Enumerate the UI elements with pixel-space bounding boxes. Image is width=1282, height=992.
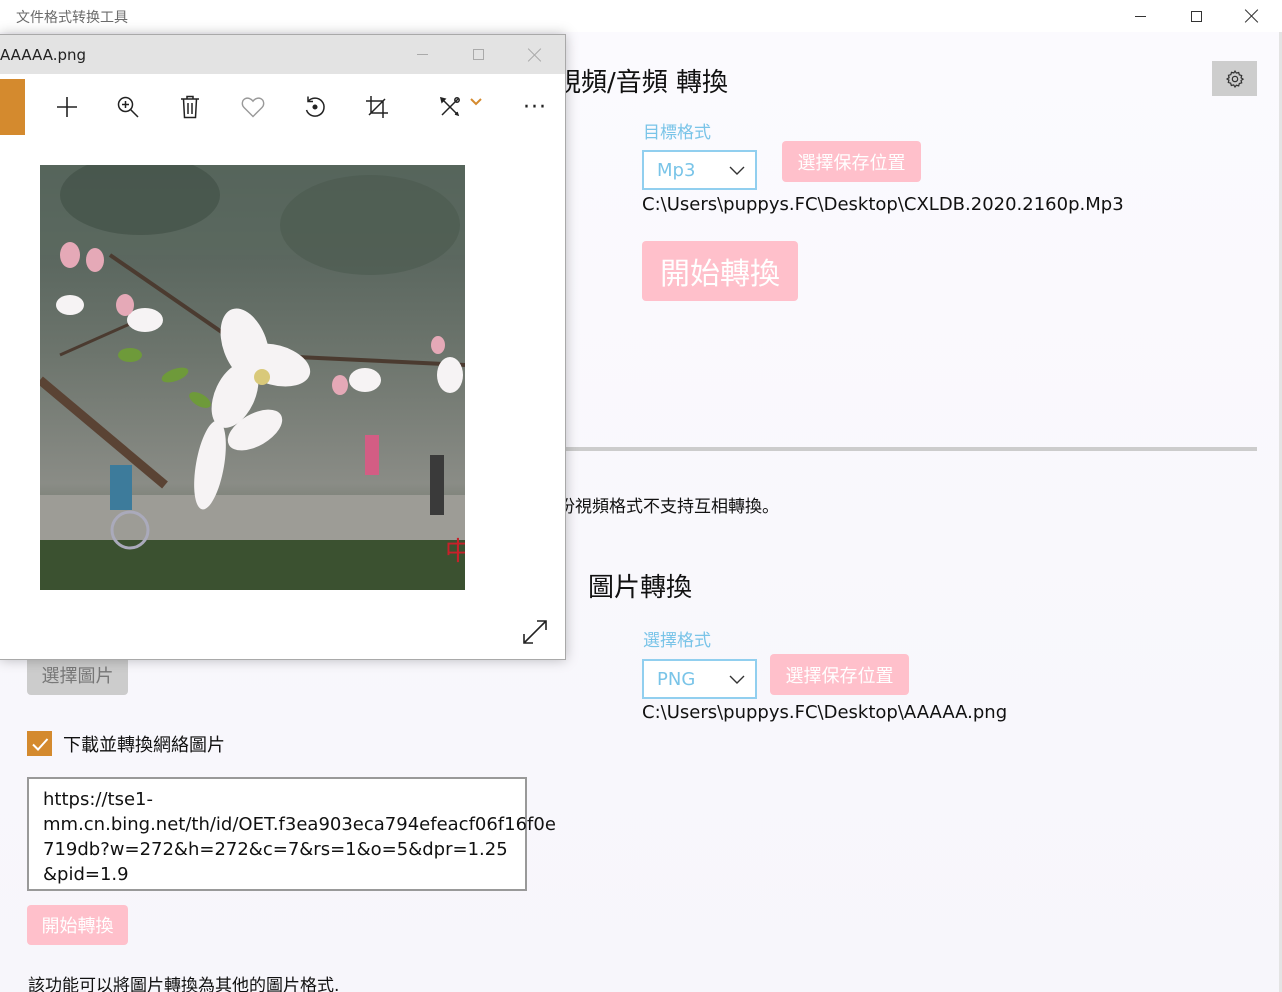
- image-format-dropdown[interactable]: PNG: [642, 659, 757, 699]
- crop-icon: [366, 96, 388, 118]
- viewer-title: AAAAA.png: [0, 46, 87, 64]
- edit-create-button[interactable]: [438, 92, 490, 122]
- minimize-button[interactable]: [1112, 0, 1168, 32]
- video-start-convert-button[interactable]: 開始轉換: [642, 241, 798, 301]
- video-format-value: Mp3: [657, 160, 696, 181]
- checkmark-icon: [31, 737, 48, 751]
- close-button[interactable]: [1224, 0, 1280, 32]
- section-divider: [565, 447, 1257, 451]
- zoom-icon: [117, 96, 139, 118]
- maximize-icon: [472, 49, 484, 60]
- image-output-path: C:\Users\puppys.FC\Desktop\AAAAA.png: [642, 702, 1008, 723]
- more-button[interactable]: ···: [520, 92, 550, 122]
- photo-image: 中: [40, 165, 465, 590]
- url-line: mm.cn.bing.net/th/id/OET.f3ea903eca794ef…: [43, 814, 556, 835]
- url-input[interactable]: https://tse1- mm.cn.bing.net/th/id/OET.f…: [27, 777, 556, 891]
- video-format-note: 份視頻格式不支持互相轉換。: [558, 497, 779, 517]
- viewer-minimize-button[interactable]: [394, 35, 450, 74]
- more-icon: ···: [523, 94, 547, 120]
- expand-icon: [523, 620, 547, 644]
- download-checkbox[interactable]: [27, 731, 52, 756]
- delete-icon: [181, 95, 199, 119]
- edit-icon: [439, 96, 460, 117]
- viewer-accent-strip: [0, 79, 25, 135]
- delete-button[interactable]: [175, 92, 205, 122]
- settings-button[interactable]: [1212, 61, 1257, 96]
- image-save-location-button[interactable]: 選擇保存位置: [770, 654, 909, 695]
- url-line: &pid=1.9: [43, 864, 129, 885]
- url-line: https://tse1-: [43, 789, 153, 810]
- chevron-down-icon: [470, 98, 482, 106]
- video-output-path: C:\Users\puppys.FC\Desktop\CXLDB.2020.21…: [642, 194, 1124, 215]
- expand-button[interactable]: [521, 618, 549, 646]
- crop-button[interactable]: [362, 92, 392, 122]
- svg-text:中: 中: [445, 537, 465, 567]
- add-button[interactable]: [52, 92, 82, 122]
- chevron-down-icon: [729, 166, 745, 175]
- heart-icon: [241, 97, 265, 118]
- image-function-description: 該功能可以將圖片轉換為其他的圖片格式.: [28, 976, 340, 992]
- maximize-icon: [1190, 10, 1202, 22]
- app-title: 文件格式转换工具: [16, 10, 128, 26]
- minimize-icon: [416, 54, 428, 55]
- url-line: 719db?w=272&h=272&c=7&rs=1&o=5&dpr=1.25: [43, 839, 508, 860]
- rotate-icon: [305, 96, 325, 117]
- select-image-button[interactable]: 選擇圖片: [27, 655, 128, 695]
- viewer-title-bar[interactable]: AAAAA.png: [0, 35, 565, 74]
- video-save-location-button[interactable]: 選擇保存位置: [782, 141, 921, 182]
- minimize-icon: [1134, 15, 1146, 17]
- viewer-close-button[interactable]: [507, 35, 563, 74]
- viewer-maximize-button[interactable]: [450, 35, 506, 74]
- image-section-heading: 圖片轉換: [588, 573, 693, 603]
- close-icon: [528, 48, 542, 62]
- favorite-button[interactable]: [238, 92, 268, 122]
- image-start-convert-button[interactable]: 開始轉換: [27, 905, 128, 945]
- add-icon: [57, 97, 77, 117]
- close-icon: [1245, 9, 1259, 23]
- gear-icon: [1225, 69, 1244, 88]
- select-format-label: 選擇格式: [643, 631, 711, 651]
- video-section-heading: 視頻/音頻 轉換: [555, 68, 729, 98]
- video-format-dropdown[interactable]: Mp3: [642, 150, 757, 190]
- photo-viewer-window[interactable]: AAAAA.png ··· 中: [0, 34, 566, 660]
- chevron-down-icon: [729, 675, 745, 684]
- image-format-value: PNG: [657, 669, 696, 690]
- maximize-button[interactable]: [1168, 0, 1224, 32]
- download-checkbox-label[interactable]: 下載並轉換網絡圖片: [63, 731, 225, 757]
- rotate-button[interactable]: [300, 92, 330, 122]
- target-format-label: 目標格式: [643, 123, 711, 143]
- zoom-button[interactable]: [113, 92, 143, 122]
- main-title-bar: 文件格式转换工具: [0, 0, 1282, 32]
